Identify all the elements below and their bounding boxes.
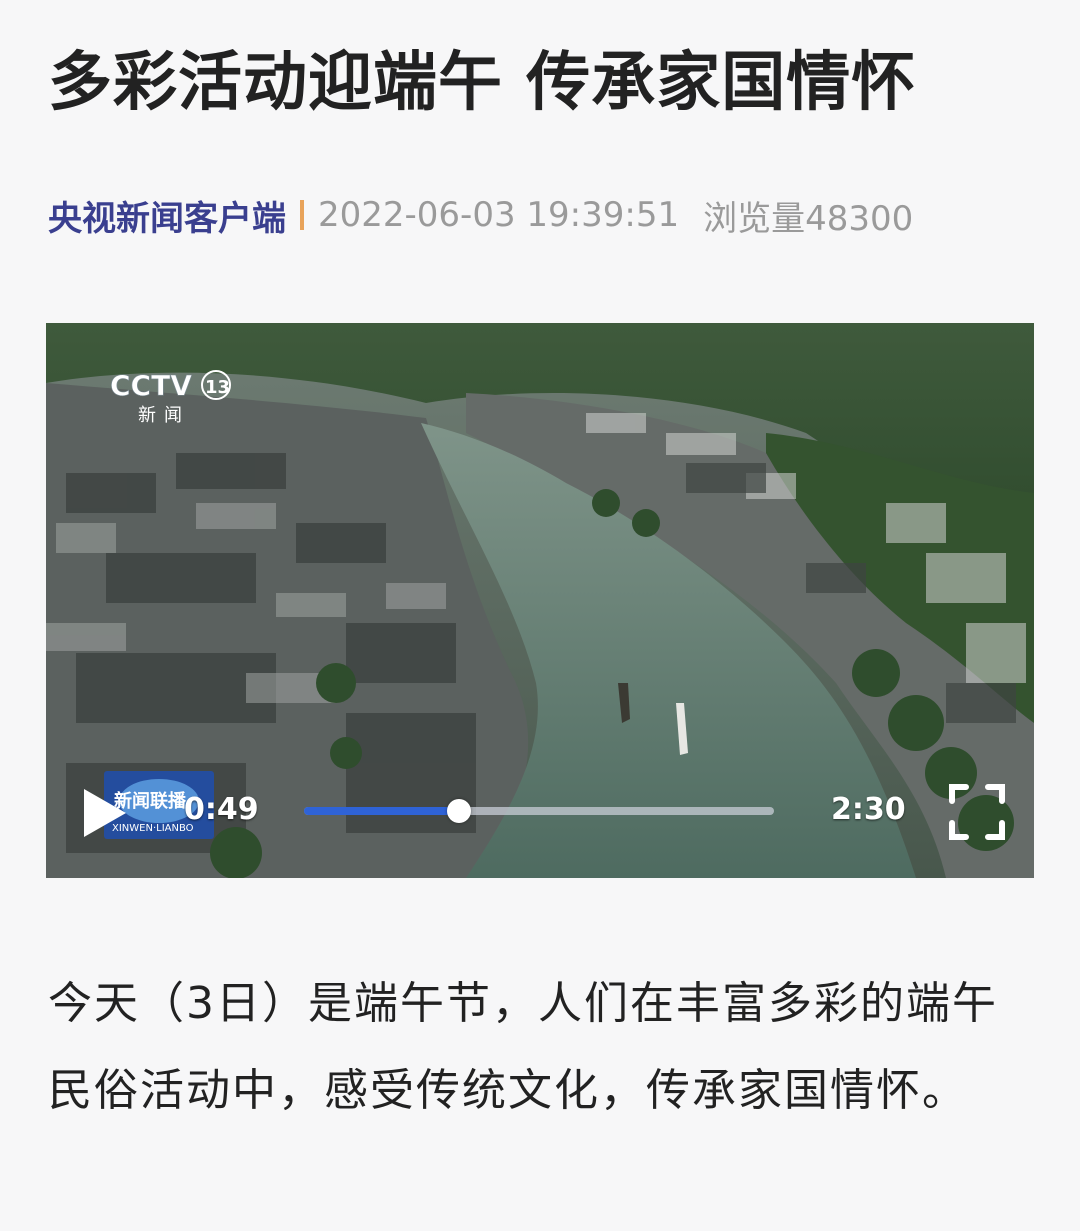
source-link[interactable]: 央视新闻客户端 xyxy=(48,191,286,240)
meta-separator xyxy=(300,200,304,230)
progress-fill xyxy=(304,807,460,815)
svg-text:CCTV: CCTV xyxy=(110,369,192,402)
article-meta: 央视新闻客户端 2022-06-03 19:39:51 浏览量48300 xyxy=(48,190,913,240)
video-player[interactable]: CCTV 13 新闻 新闻联播 XINWEN·LIANBO 0:49 2:30 xyxy=(46,323,1034,878)
svg-text:13: 13 xyxy=(205,377,230,398)
article-title: 多彩活动迎端午 传承家国情怀 xyxy=(48,46,917,120)
view-count: 浏览量48300 xyxy=(703,198,914,239)
article-paragraph: 今天（3日）是端午节，人们在丰富多彩的端午民俗活动中，感受传统文化，传承家国情怀… xyxy=(48,978,998,1116)
cctv13-logo: CCTV 13 新闻 xyxy=(110,369,231,425)
current-time: 0:49 xyxy=(184,792,259,827)
publish-datetime: 2022-06-03 19:39:51 xyxy=(318,195,680,235)
total-duration: 2:30 xyxy=(831,792,906,827)
play-icon[interactable] xyxy=(76,785,132,841)
progress-bar[interactable] xyxy=(304,799,774,823)
progress-handle[interactable] xyxy=(447,799,472,823)
svg-text:新闻: 新闻 xyxy=(138,405,190,425)
fullscreen-icon[interactable] xyxy=(948,783,1006,841)
